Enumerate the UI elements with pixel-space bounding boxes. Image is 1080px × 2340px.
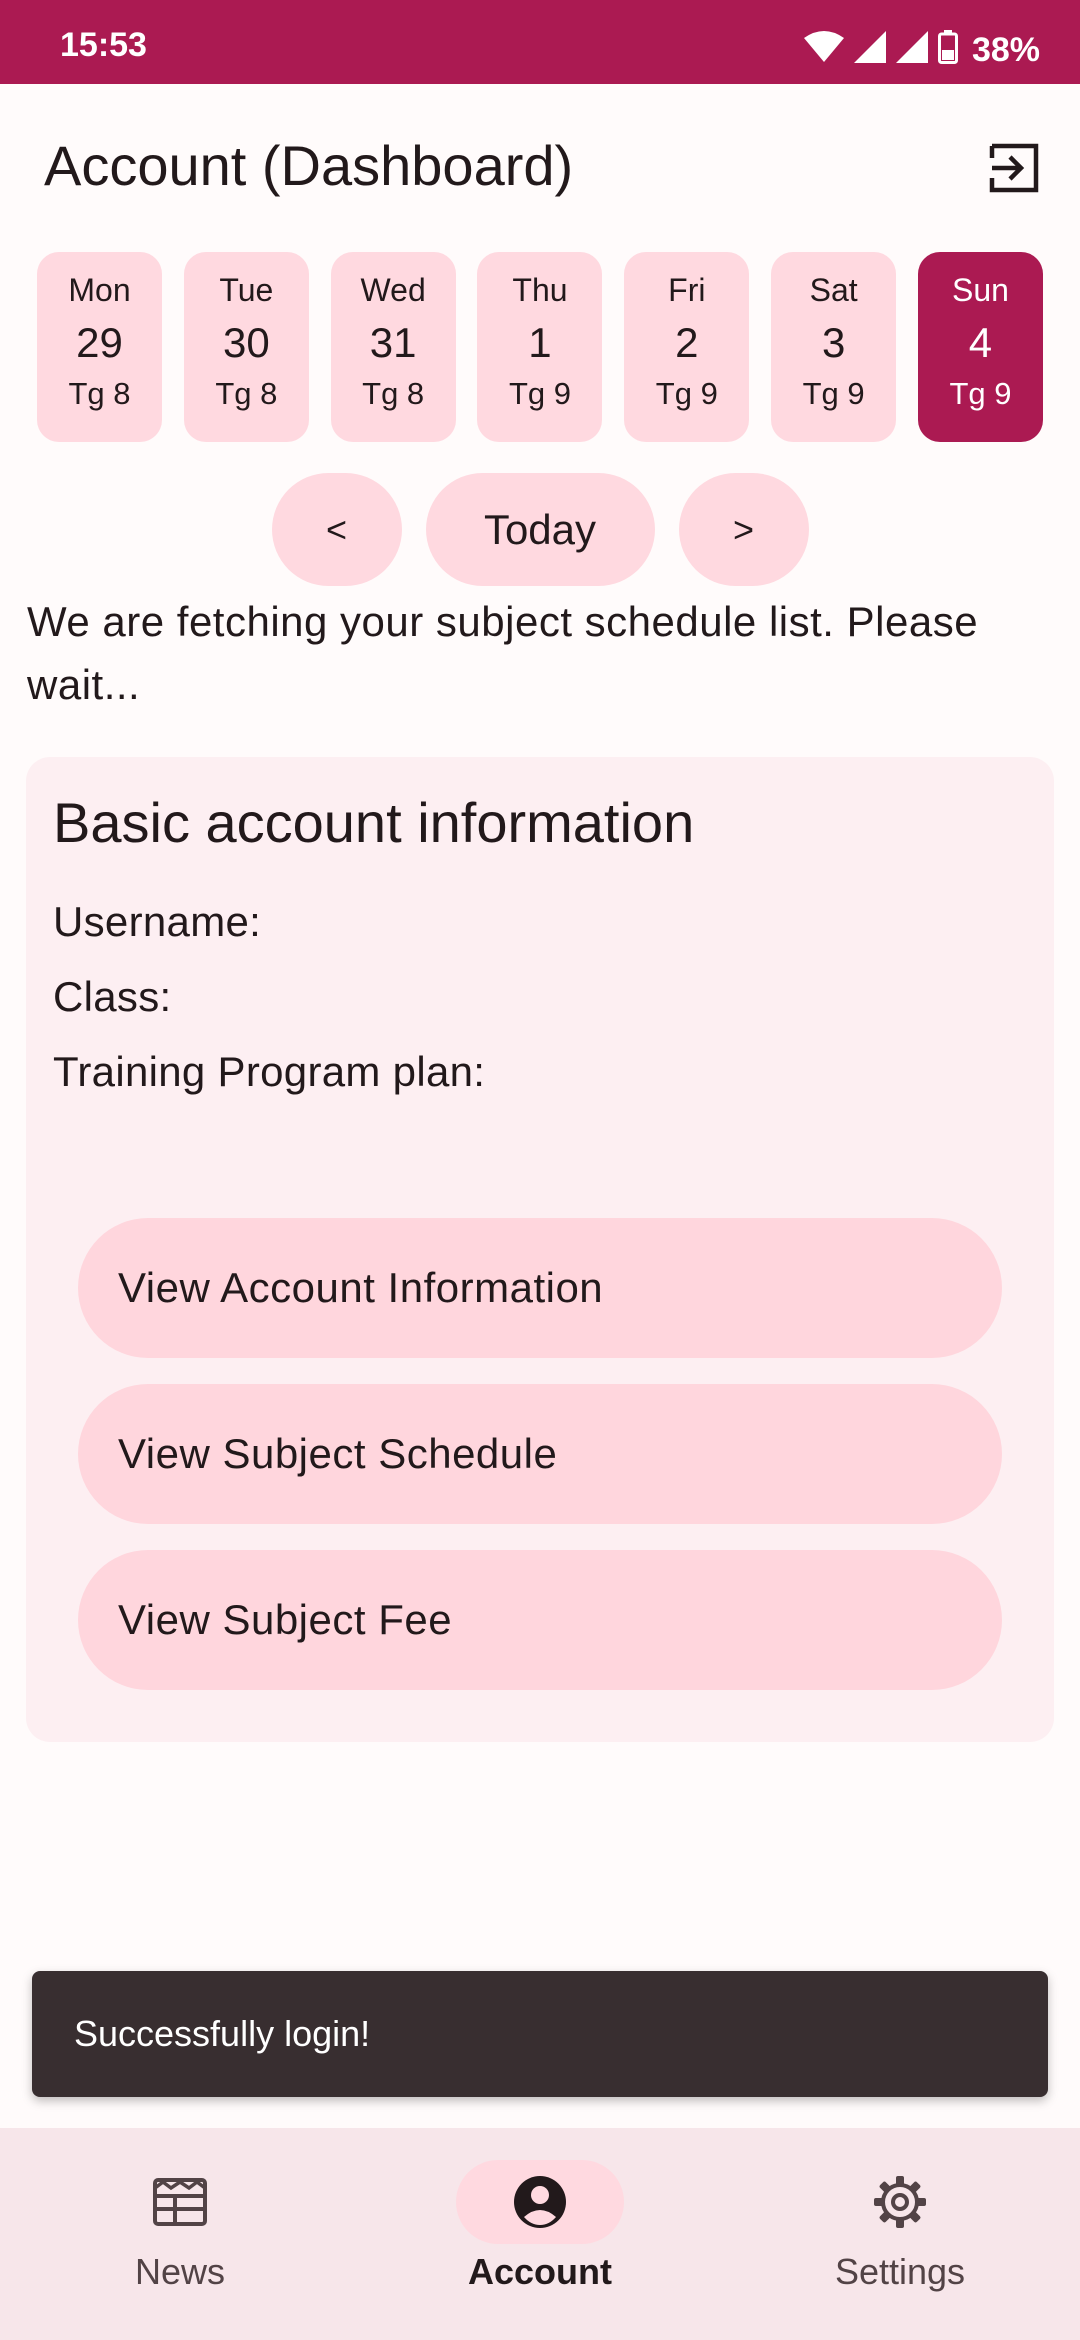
today-button[interactable]: Today [425,473,655,586]
status-time: 15:53 [60,26,147,64]
snackbar-message: Successfully login! [74,2013,371,2054]
day-date: 4 [968,319,993,366]
day-card-mon[interactable]: Mon 29 Tg 8 [37,252,162,442]
signal-icon [853,31,886,68]
day-name: Mon [68,272,131,308]
previous-week-button[interactable]: < [271,473,402,586]
view-subject-fee-button[interactable]: View Subject Fee [78,1550,1002,1690]
day-week: Tg 8 [68,376,131,411]
nav-item-news[interactable]: News [0,2128,360,2340]
battery-icon [937,30,958,69]
week-day-selector: Mon 29 Tg 8 Tue 30 Tg 8 Wed 31 Tg 8 Thu … [37,252,1043,442]
day-date: 3 [821,319,846,366]
day-card-sun[interactable]: Sun 4 Tg 9 [917,252,1043,442]
week-navigation: < Today > [0,473,1080,586]
day-card-tue[interactable]: Tue 30 Tg 8 [183,252,309,442]
day-name: Sun [952,272,1009,308]
schedule-status-message: We are fetching your subject schedule li… [27,598,979,708]
day-week: Tg 8 [215,376,278,411]
card-title: Basic account information [53,791,695,854]
signal-icon [895,31,928,68]
day-week: Tg 8 [362,376,425,411]
view-account-information-button[interactable]: View Account Information [78,1218,1002,1358]
class-label: Class: [53,973,172,1020]
nav-label-account: Account [468,2251,612,2292]
page-title: Account (Dashboard) [44,134,574,197]
logout-button[interactable] [978,134,1050,206]
nav-label-news: News [134,2251,226,2292]
account-icon [512,2174,568,2230]
nav-item-settings[interactable]: Settings [720,2128,1080,2340]
day-week: Tg 9 [802,376,865,411]
day-name: Sat [809,272,858,308]
snackbar: Successfully login! [32,1971,1048,2097]
day-name: Wed [360,272,426,308]
day-date: 1 [528,319,552,366]
account-info-card: Basic account information Username: Clas… [26,757,1054,1742]
day-week: Tg 9 [508,376,571,411]
day-name: Thu [512,272,568,308]
next-week-button[interactable]: > [678,473,809,586]
day-name: Fri [668,272,706,308]
username-label: Username: [53,898,262,945]
day-week: Tg 9 [655,376,718,411]
wifi-icon [803,30,844,69]
news-icon [152,2174,208,2230]
day-card-sat[interactable]: Sat 3 Tg 9 [771,252,897,442]
day-card-thu[interactable]: Thu 1 Tg 9 [477,252,603,442]
training-program-label: Training Program plan: [53,1048,486,1095]
day-card-fri[interactable]: Fri 2 Tg 9 [624,252,750,442]
day-date: 29 [76,319,123,366]
nav-label-settings: Settings [834,2251,966,2292]
day-date: 30 [222,319,270,366]
logout-icon [986,142,1042,199]
battery-percent: 38% [971,30,1040,69]
bottom-navigation: News Account Settings [0,2128,1080,2340]
day-card-wed[interactable]: Wed 31 Tg 8 [330,252,456,442]
day-week: Tg 9 [949,376,1012,411]
nav-item-account[interactable]: Account [360,2128,720,2340]
day-date: 2 [675,319,699,366]
day-name: Tue [219,272,274,308]
settings-icon [872,2174,928,2230]
day-date: 31 [369,319,417,366]
status-bar: 15:53 38% [0,0,1080,84]
status-icons: 38% [803,30,1040,69]
view-subject-schedule-button[interactable]: View Subject Schedule [78,1384,1002,1524]
